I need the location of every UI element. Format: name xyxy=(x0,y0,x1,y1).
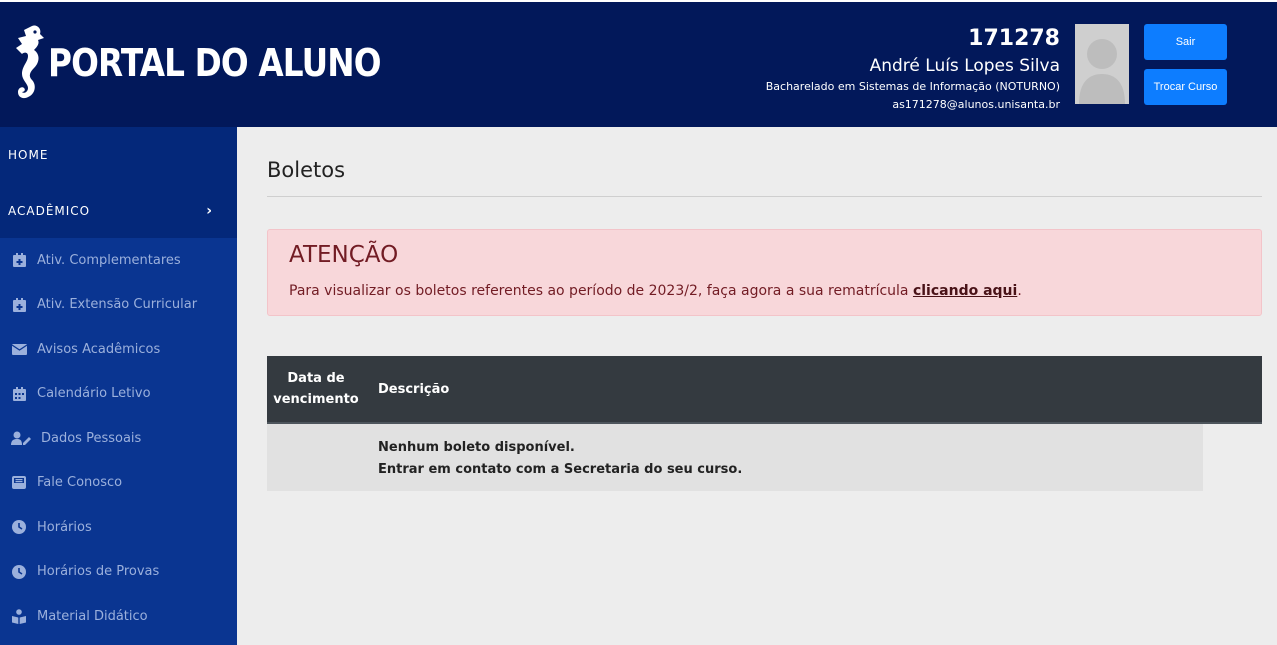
column-header-due-date-line2: vencimento xyxy=(273,392,359,407)
portal-logo[interactable]: PORTAL DO ALUNO xyxy=(6,22,435,104)
seahorse-logo-icon xyxy=(6,22,46,104)
alert-message-end: . xyxy=(1017,283,1022,299)
change-course-button[interactable]: Trocar Curso xyxy=(1144,69,1227,105)
sidebar-item-horarios-provas[interactable]: Horários de Provas xyxy=(0,550,237,595)
sidebar-item-label: ACADÊMICO xyxy=(8,204,91,218)
sidebar-item-label: Calendário Letivo xyxy=(37,386,151,402)
column-header-description: Descrição xyxy=(378,381,450,397)
calendar-plus-icon xyxy=(11,252,27,268)
alert-text: Para visualizar os boletos referentes ao… xyxy=(289,283,1022,299)
sidebar-item-label: Horários xyxy=(37,519,92,535)
sidebar-item-calendario[interactable]: Calendário Letivo xyxy=(0,372,237,417)
sidebar: HOME ACADÊMICO › Ativ. Complementares At… xyxy=(0,127,237,645)
sidebar-item-academic[interactable]: ACADÊMICO › xyxy=(0,183,237,239)
sidebar-item-dados-pessoais[interactable]: Dados Pessoais xyxy=(0,416,237,461)
student-name: André Luís Lopes Silva xyxy=(869,56,1060,76)
sidebar-item-fale-conosco[interactable]: Fale Conosco xyxy=(0,461,237,506)
empty-message-line2: Entrar em contato com a Secretaria do se… xyxy=(378,462,743,477)
sidebar-item-horarios[interactable]: Horários xyxy=(0,505,237,550)
page-title: Boletos xyxy=(267,158,346,182)
column-header-due-date-line1: Data de xyxy=(287,371,345,386)
sidebar-item-label: Avisos Acadêmicos xyxy=(37,341,161,357)
avatar xyxy=(1075,24,1129,104)
sidebar-item-home[interactable]: HOME xyxy=(0,127,237,183)
chevron-right-icon: › xyxy=(206,203,213,219)
sidebar-item-label: HOME xyxy=(8,148,49,162)
student-id: 171278 xyxy=(968,26,1060,51)
inbox-icon xyxy=(11,475,27,491)
top-header: PORTAL DO ALUNO 171278 André Luís Lopes … xyxy=(0,0,1277,127)
student-course: Bacharelado em Sistemas de Informação (N… xyxy=(765,80,1060,93)
column-header-due-date: Data de vencimento xyxy=(267,356,365,422)
envelope-icon xyxy=(11,341,27,357)
sidebar-top-section: HOME ACADÊMICO › xyxy=(0,127,237,238)
sidebar-item-label: Material Didático xyxy=(37,608,148,624)
student-email: as171278@alunos.unisanta.br xyxy=(892,98,1060,111)
alert-message: Para visualizar os boletos referentes ao… xyxy=(289,283,913,299)
empty-message: Nenhum boleto disponível. Entrar em cont… xyxy=(378,437,742,481)
calendar-icon xyxy=(11,386,27,402)
alert-title: ATENÇÃO xyxy=(289,242,399,268)
sidebar-item-material-didatico[interactable]: Material Didático xyxy=(0,594,237,639)
sidebar-item-ativ-complementares[interactable]: Ativ. Complementares xyxy=(0,238,237,283)
table-row: Nenhum boleto disponível. Entrar em cont… xyxy=(267,424,1203,491)
sidebar-item-label: Fale Conosco xyxy=(37,475,123,491)
warning-alert: ATENÇÃO Para visualizar os boletos refer… xyxy=(267,229,1262,316)
empty-message-line1: Nenhum boleto disponível. xyxy=(378,440,575,455)
sidebar-item-label: Dados Pessoais xyxy=(41,430,142,446)
sidebar-item-label: Ativ. Extensão Curricular xyxy=(37,297,198,313)
logout-button[interactable]: Sair xyxy=(1144,24,1227,60)
avatar-placeholder-icon xyxy=(1075,24,1129,104)
clock-icon xyxy=(11,564,27,580)
sidebar-item-ativ-extensao[interactable]: Ativ. Extensão Curricular xyxy=(0,283,237,328)
sidebar-item-label: Horários de Provas xyxy=(37,564,160,580)
user-info: 171278 André Luís Lopes Silva Bacharelad… xyxy=(766,24,1060,114)
clock-icon xyxy=(11,519,27,535)
book-reader-icon xyxy=(11,608,27,624)
calendar-plus-icon xyxy=(11,297,27,313)
boletos-table-header: Data de vencimento Descrição xyxy=(267,356,1262,424)
portal-title: PORTAL DO ALUNO xyxy=(48,41,382,85)
user-edit-icon xyxy=(11,430,31,446)
rematricula-link[interactable]: clicando aqui xyxy=(913,283,1017,299)
sidebar-item-avisos[interactable]: Avisos Acadêmicos xyxy=(0,327,237,372)
title-divider xyxy=(267,196,1262,197)
sidebar-item-label: Ativ. Complementares xyxy=(37,252,181,268)
